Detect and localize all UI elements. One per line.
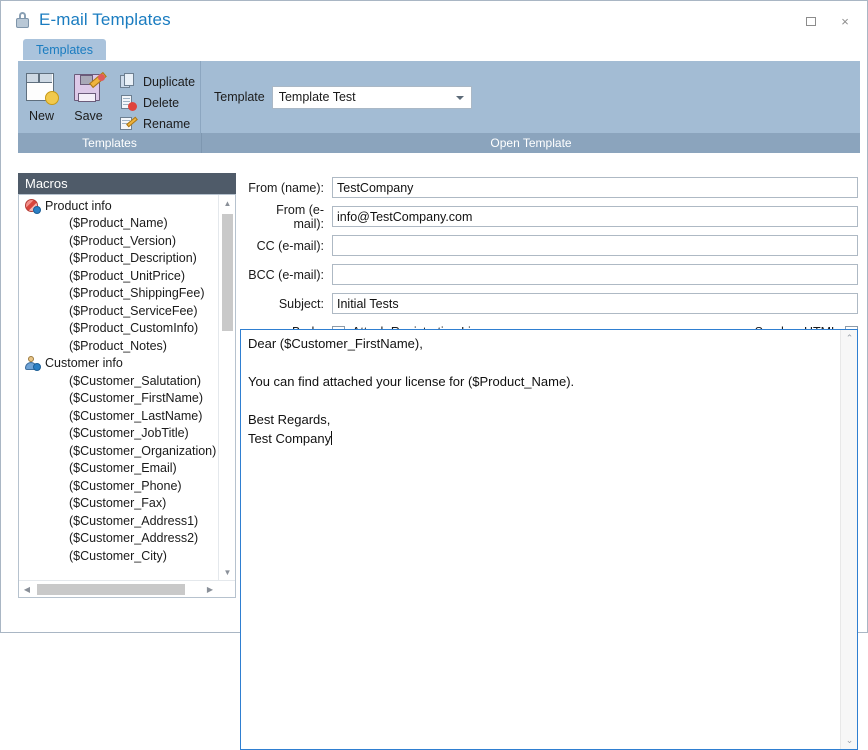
- new-button[interactable]: New: [18, 66, 65, 123]
- new-button-label: New: [28, 109, 54, 123]
- save-button[interactable]: Save: [65, 66, 112, 123]
- tree-item[interactable]: ($Customer_Salutation): [19, 372, 218, 390]
- group-label-open-template: Open Template: [490, 136, 572, 150]
- ribbon-tabstrip: Templates: [1, 39, 867, 61]
- titlebar: E-mail Templates ×: [1, 1, 867, 39]
- tree-item[interactable]: ($Customer_City): [19, 547, 218, 565]
- tree-item[interactable]: ($Product_UnitPrice): [19, 267, 218, 285]
- ribbon-group-templates: New Save Duplicate Delete Rename: [18, 61, 201, 133]
- scroll-right-arrow-icon[interactable]: ▶: [202, 581, 218, 597]
- tree-item[interactable]: ($Customer_Address2): [19, 530, 218, 548]
- maximize-button[interactable]: [797, 11, 825, 31]
- tree-group-0[interactable]: Product info: [19, 197, 218, 215]
- body-editor-text[interactable]: Dear ($Customer_FirstName), You can find…: [248, 334, 837, 448]
- tree-item[interactable]: ($Product_Name): [19, 215, 218, 233]
- tree-item[interactable]: ($Product_Description): [19, 250, 218, 268]
- duplicate-icon: [120, 73, 137, 90]
- horizontal-scroll-thumb[interactable]: [37, 584, 185, 595]
- field-row-from-name: From (name): TestCompany: [246, 177, 858, 198]
- delete-button[interactable]: Delete: [116, 92, 199, 113]
- ribbon-group-labels: Templates Open Template: [18, 133, 860, 153]
- from-name-input[interactable]: TestCompany: [332, 177, 858, 198]
- new-document-icon: [18, 68, 65, 108]
- duplicate-button[interactable]: Duplicate: [116, 71, 199, 92]
- template-form: From (name): TestCompany From (e-mail): …: [246, 177, 858, 345]
- scroll-left-arrow-icon[interactable]: ◀: [19, 581, 35, 597]
- tree-item[interactable]: ($Customer_Phone): [19, 477, 218, 495]
- scroll-up-arrow-icon[interactable]: ▲: [219, 195, 235, 211]
- body-scroll-down-icon[interactable]: ⌄: [841, 732, 858, 749]
- tree-group-1[interactable]: Customer info: [19, 355, 218, 373]
- bcc-email-label: BCC (e-mail):: [248, 267, 324, 282]
- save-button-label: Save: [74, 109, 103, 123]
- scroll-down-arrow-icon[interactable]: ▼: [219, 564, 235, 580]
- chevron-down-icon: [455, 95, 464, 100]
- field-row-from-email: From (e-mail): info@TestCompany.com: [246, 203, 858, 231]
- field-row-subject: Subject: Initial Tests: [246, 293, 858, 314]
- from-email-label: From (e-mail):: [276, 202, 324, 231]
- subject-input[interactable]: Initial Tests: [332, 293, 858, 314]
- maximize-icon: [806, 16, 816, 26]
- subject-label: Subject:: [278, 296, 324, 311]
- tree-item[interactable]: ($Customer_Fax): [19, 495, 218, 513]
- ribbon-group-open-template: Template Template Test: [201, 61, 860, 133]
- field-row-bcc: BCC (e-mail):: [246, 264, 858, 285]
- template-combo-label: Template: [214, 90, 265, 104]
- template-actions: Duplicate Delete Rename: [112, 66, 199, 134]
- tab-templates[interactable]: Templates: [23, 39, 106, 60]
- bcc-email-input[interactable]: [332, 264, 858, 285]
- body-editor[interactable]: Dear ($Customer_FirstName), You can find…: [240, 329, 858, 750]
- delete-icon: [120, 94, 137, 111]
- from-name-label: From (name):: [248, 180, 324, 195]
- delete-button-label: Delete: [143, 95, 180, 110]
- page-title: E-mail Templates: [39, 10, 171, 29]
- tree-item[interactable]: ($Product_Notes): [19, 337, 218, 355]
- field-row-cc: CC (e-mail):: [246, 235, 858, 256]
- cc-email-label: CC (e-mail):: [256, 238, 324, 253]
- body-editor-content: Dear ($Customer_FirstName), You can find…: [248, 336, 575, 446]
- tree-item[interactable]: ($Product_ShippingFee): [19, 285, 218, 303]
- rename-button-label: Rename: [143, 116, 191, 131]
- tree-item[interactable]: ($Product_CustomInfo): [19, 320, 218, 338]
- rename-button[interactable]: Rename: [116, 113, 199, 134]
- tree-item[interactable]: ($Customer_LastName): [19, 407, 218, 425]
- macros-panel-header: Macros: [18, 173, 236, 194]
- tree-item[interactable]: ($Customer_Email): [19, 460, 218, 478]
- close-button[interactable]: ×: [831, 11, 859, 31]
- macros-tree-panel: Product info ($Product_Name) ($Product_Ver…: [18, 194, 236, 598]
- text-caret: [331, 431, 333, 445]
- body-editor-scrollbar[interactable]: ⌃ ⌄: [840, 330, 857, 749]
- macros-tree[interactable]: Product info ($Product_Name) ($Product_Ver…: [19, 195, 218, 580]
- content-area: Macros Product info ($Product_Name) ($Prod…: [1, 153, 867, 750]
- ribbon-content: New Save Duplicate Delete Rename Templat…: [18, 61, 860, 133]
- tree-item[interactable]: ($Customer_FirstName): [19, 390, 218, 408]
- tree-group-label: Product info: [45, 198, 112, 213]
- group-label-templates: Templates: [18, 133, 202, 153]
- template-combo-value: Template Test: [278, 90, 356, 104]
- window-controls: ×: [797, 11, 859, 31]
- rename-icon: [120, 115, 138, 132]
- product-info-icon: [24, 198, 41, 214]
- macros-tree-horizontal-scrollbar[interactable]: ◀ ▶: [19, 580, 235, 597]
- tree-item[interactable]: ($Product_ServiceFee): [19, 302, 218, 320]
- cc-email-input[interactable]: [332, 235, 858, 256]
- template-combo[interactable]: Template Test: [271, 85, 472, 109]
- from-email-input[interactable]: info@TestCompany.com: [332, 206, 858, 227]
- save-floppy-icon: [65, 68, 112, 108]
- tree-item[interactable]: ($Customer_Address1): [19, 512, 218, 530]
- email-templates-window: E-mail Templates × Templates New Save Du…: [0, 0, 868, 750]
- tree-group-label: Customer info: [45, 356, 123, 371]
- tree-item[interactable]: ($Customer_JobTitle): [19, 425, 218, 443]
- duplicate-button-label: Duplicate: [143, 74, 196, 89]
- body-scroll-up-icon[interactable]: ⌃: [841, 330, 858, 347]
- tree-item[interactable]: ($Customer_Organization): [19, 442, 218, 460]
- vertical-scroll-thumb[interactable]: [222, 214, 233, 331]
- tree-item[interactable]: ($Product_Version): [19, 232, 218, 250]
- lock-icon: [14, 11, 32, 29]
- customer-info-icon: [24, 356, 41, 372]
- macros-tree-vertical-scrollbar[interactable]: ▲ ▼: [218, 195, 235, 580]
